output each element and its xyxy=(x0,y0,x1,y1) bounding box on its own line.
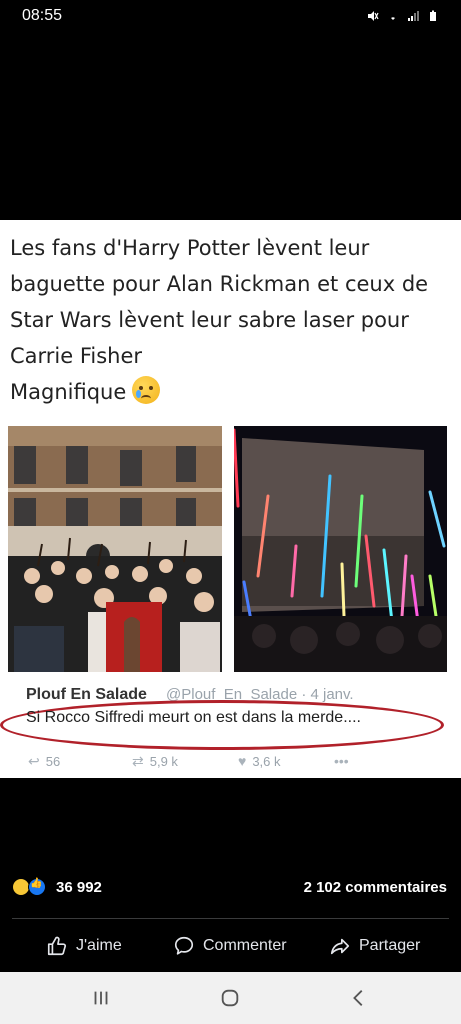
more-icon: ••• xyxy=(334,753,349,769)
back-icon xyxy=(353,990,363,1006)
photo-crowd-wands xyxy=(8,426,222,672)
wifi-icon xyxy=(391,17,395,20)
status-time: 08:55 xyxy=(22,7,63,24)
tweet-more: ••• xyxy=(334,753,349,769)
tweet-reply: ↩ 56 xyxy=(28,753,60,770)
caption-line: Carrie Fisher xyxy=(10,344,143,368)
battery-icon xyxy=(430,10,436,21)
reply-count: 56 xyxy=(45,754,61,769)
status-bar: 08:55 xyxy=(0,0,461,32)
lightsabers-image xyxy=(234,426,447,672)
like-button[interactable]: J'aime xyxy=(46,928,122,964)
post-caption: Les fans d'Harry Potter lèvent leur bagu… xyxy=(10,230,450,410)
mute-icon xyxy=(368,11,379,21)
tweet-actions: ↩ 56 ⇄ 5,9 k ♥ 3,6 k ••• xyxy=(28,753,388,771)
like-label: J'aime xyxy=(76,937,122,954)
crying-face-icon xyxy=(132,376,161,404)
crowd-wands-image xyxy=(8,426,222,672)
reply-icon: ↩ xyxy=(28,753,40,769)
home-icon xyxy=(221,989,239,1007)
recent-apps-button[interactable] xyxy=(88,986,114,1010)
share-label: Partager xyxy=(359,937,421,954)
caption-text: Magnifique xyxy=(10,380,127,404)
tweet-text: Si Rocco Siffredi meurt on est dans la m… xyxy=(26,709,361,726)
system-nav-bar xyxy=(0,972,461,1024)
post-image[interactable]: Les fans d'Harry Potter lèvent leur bagu… xyxy=(0,220,461,778)
recent-apps-icon xyxy=(94,991,108,1005)
share-icon xyxy=(330,938,350,955)
caption-line-last: Magnifique xyxy=(10,374,450,410)
comment-icon xyxy=(174,936,194,955)
heart-icon: ♥ xyxy=(238,753,247,769)
caption-line: Star Wars lèvent leur sabre laser pour xyxy=(10,308,409,332)
home-button[interactable] xyxy=(217,986,243,1010)
post-action-bar: J'aime Commenter Partager xyxy=(0,928,461,964)
like-count: 3,6 k xyxy=(252,753,281,769)
share-button[interactable]: Partager xyxy=(329,928,420,964)
tweet-retweet: ⇄ 5,9 k xyxy=(132,753,178,770)
divider xyxy=(12,918,449,919)
retweet-icon: ⇄ xyxy=(132,753,144,769)
retweet-count: 5,9 k xyxy=(149,754,178,769)
caption-line: Les fans d'Harry Potter lèvent leur xyxy=(10,236,370,260)
tweet-like: ♥ 3,6 k xyxy=(238,753,281,769)
like-reaction-icon xyxy=(28,878,46,896)
caption-line: baguette pour Alan Rickman et ceux de xyxy=(10,272,429,296)
signal-icon xyxy=(408,11,419,21)
comment-button[interactable]: Commenter xyxy=(173,928,287,964)
status-icons xyxy=(367,10,439,22)
reactions-summary[interactable]: 36 992 xyxy=(12,878,102,896)
back-button[interactable] xyxy=(346,986,372,1010)
photo-lightsabers xyxy=(234,426,447,672)
comments-count[interactable]: 2 102 commentaires xyxy=(304,879,447,896)
reaction-count: 36 992 xyxy=(56,878,102,896)
comment-label: Commenter xyxy=(203,937,287,954)
thumbs-up-icon xyxy=(47,936,67,956)
